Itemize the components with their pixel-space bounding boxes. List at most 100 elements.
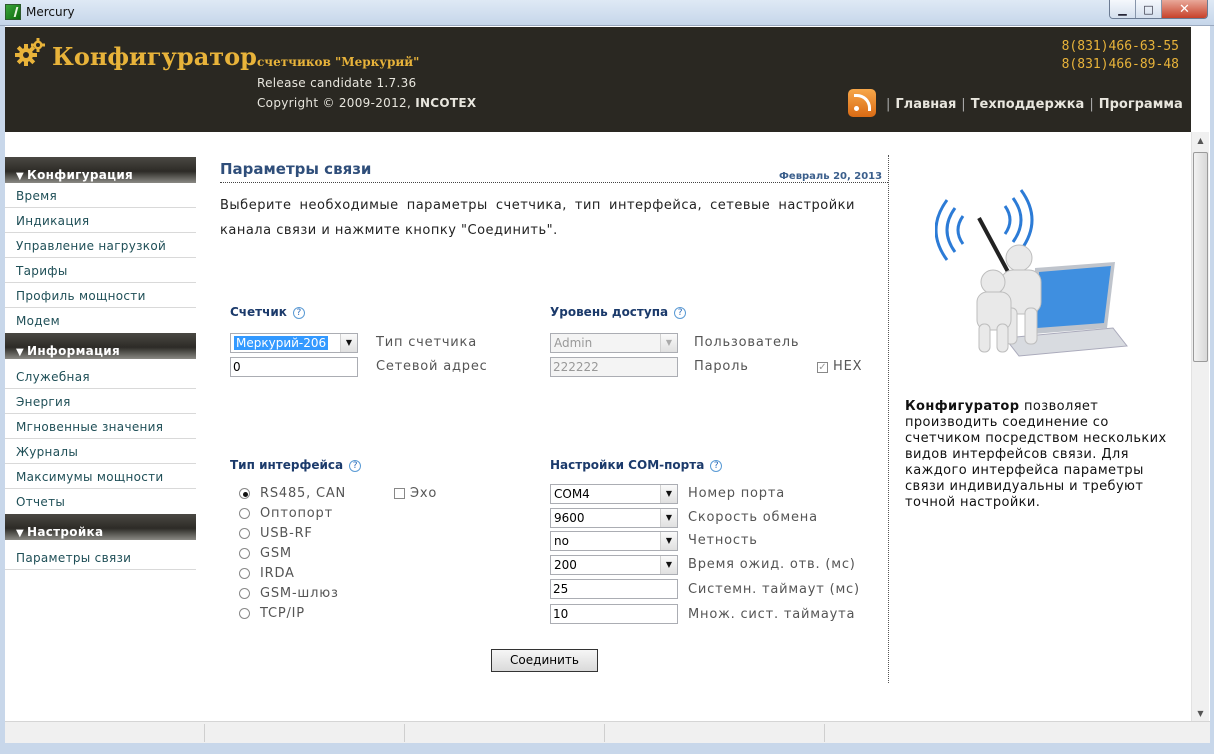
sidebar-item-reports[interactable]: Отчеты (5, 489, 196, 514)
system-timeout-input[interactable]: 25 (550, 579, 678, 599)
radio-gsm-gateway-label: GSM-шлюз (260, 586, 339, 601)
hex-label: HEX (833, 359, 863, 374)
sidebar-item-load-control[interactable]: Управление нагрузкой (5, 233, 196, 258)
com-port-label: Номер порта (688, 486, 785, 501)
phone-number-2: 8(831)466-89-48 (1061, 57, 1179, 72)
status-cell (205, 724, 405, 742)
aside-brand: Конфигуратор (905, 399, 1020, 414)
title-divider (220, 182, 888, 183)
nav-separator: | (1089, 97, 1094, 112)
nav-home-link[interactable]: Главная (895, 97, 956, 112)
scroll-up-icon[interactable]: ▲ (1192, 132, 1209, 149)
radio-usb-rf-label: USB-RF (260, 526, 313, 541)
aside-text: позволяет производить соединение со счет… (905, 399, 1167, 510)
window-titlebar: Mercury ▁ □ ✕ (0, 0, 1214, 26)
com-port-value: COM4 (554, 487, 590, 501)
timeout-multiplier-label: Множ. сист. таймаута (688, 607, 856, 622)
close-button[interactable]: ✕ (1162, 0, 1207, 18)
baud-rate-label: Скорость обмена (688, 510, 818, 525)
password-input[interactable]: 222222 (550, 357, 678, 377)
radio-gsm-label: GSM (260, 546, 292, 561)
brand-title: Конфигуратор (52, 42, 257, 71)
help-icon[interactable]: ? (674, 307, 687, 319)
network-address-label: Сетевой адрес (376, 359, 488, 374)
sidebar-section-settings[interactable]: ▼ Настройка (5, 514, 196, 540)
radio-optoport[interactable] (239, 508, 250, 519)
page-date: Февраль 20, 2013 (779, 171, 883, 182)
sidebar-item-indication[interactable]: Индикация (5, 208, 196, 233)
echo-checkbox[interactable] (394, 488, 405, 499)
com-port-select[interactable]: COM4 ▼ (550, 484, 678, 504)
dropdown-arrow-icon[interactable]: ▼ (340, 334, 357, 352)
sidebar-item-tariffs[interactable]: Тарифы (5, 258, 196, 283)
maximize-button[interactable]: □ (1136, 0, 1162, 18)
sidebar-item-energy[interactable]: Энергия (5, 389, 196, 414)
top-nav: | Главная | Техподдержка | Программа (881, 97, 1183, 112)
expand-triangle-icon: ▼ (16, 347, 24, 358)
user-select[interactable]: Admin ▼ (550, 333, 678, 353)
status-cell (5, 724, 205, 742)
sidebar-item-time[interactable]: Время (5, 183, 196, 208)
intro-text: Выберите необходимые параметры счетчика,… (220, 198, 855, 238)
sidebar-section-title: Конфигурация (27, 168, 134, 182)
status-cell (605, 724, 825, 742)
radio-irda[interactable] (239, 568, 250, 579)
scroll-down-icon[interactable]: ▼ (1192, 705, 1209, 722)
sidebar-section-configuration[interactable]: ▼ Конфигурация (5, 157, 196, 183)
minimize-button[interactable]: ▁ (1110, 0, 1136, 18)
radio-irda-label: IRDA (260, 566, 295, 581)
sidebar-item-power-profile[interactable]: Профиль мощности (5, 283, 196, 308)
help-icon[interactable]: ? (710, 460, 723, 472)
window-frame-right (1210, 26, 1214, 754)
radio-usb-rf[interactable] (239, 528, 250, 539)
nav-program-link[interactable]: Программа (1099, 97, 1183, 112)
meter-type-select[interactable]: Меркурий-206 ▼ (230, 333, 358, 353)
response-wait-label: Время ожид. отв. (мс) (688, 557, 856, 572)
window-title: Mercury (26, 5, 75, 19)
sidebar: ▼ Конфигурация Время Индикация Управление… (5, 157, 196, 570)
sidebar-item-instant-values[interactable]: Мгновенные значения (5, 414, 196, 439)
aside-description: Конфигуратор позволяет производить соеди… (905, 399, 1167, 511)
connect-button[interactable]: Соединить (491, 649, 598, 672)
dropdown-arrow-icon[interactable]: ▼ (660, 509, 677, 527)
meter-type-label: Тип счетчика (376, 335, 477, 350)
com-section-label: Настройки COM-порта (550, 458, 705, 472)
interface-section-label: Тип интерфейса (230, 458, 344, 472)
vertical-scrollbar[interactable]: ▲ ▼ (1191, 132, 1209, 722)
nav-support-link[interactable]: Техподдержка (971, 97, 1085, 112)
dropdown-arrow-icon[interactable]: ▼ (660, 334, 677, 352)
radio-gsm[interactable] (239, 548, 250, 559)
baud-rate-select[interactable]: 9600 ▼ (550, 508, 678, 528)
sidebar-item-service[interactable]: Служебная (5, 364, 196, 389)
copyright: Copyright © 2009-2012, INCOTEX (257, 96, 476, 110)
radio-rs485[interactable] (239, 488, 250, 499)
access-section-title: Уровень доступа? (550, 305, 687, 319)
window-controls: ▁ □ ✕ (1109, 0, 1208, 19)
radio-gsm-gateway[interactable] (239, 588, 250, 599)
user-label: Пользователь (694, 335, 800, 350)
system-timeout-label: Системн. таймаут (мс) (688, 582, 860, 597)
scroll-thumb[interactable] (1193, 152, 1208, 362)
phone-number-1: 8(831)466-63-55 (1061, 39, 1179, 54)
copyright-company: INCOTEX (415, 96, 477, 110)
status-cell (405, 724, 605, 742)
sidebar-item-modem[interactable]: Модем (5, 308, 196, 333)
dropdown-arrow-icon[interactable]: ▼ (660, 556, 677, 574)
sidebar-item-journals[interactable]: Журналы (5, 439, 196, 464)
sidebar-section-information[interactable]: ▼ Информация (5, 333, 196, 359)
parity-select[interactable]: no ▼ (550, 531, 678, 551)
response-wait-value: 200 (554, 558, 577, 572)
hex-checkbox[interactable]: ✓ (817, 362, 828, 373)
timeout-multiplier-input[interactable]: 10 (550, 604, 678, 624)
response-wait-select[interactable]: 200 ▼ (550, 555, 678, 575)
sidebar-item-connection-params[interactable]: Параметры связи (5, 545, 196, 570)
dropdown-arrow-icon[interactable]: ▼ (660, 485, 677, 503)
app-icon (5, 4, 21, 20)
network-address-input[interactable]: 0 (230, 357, 358, 377)
help-icon[interactable]: ? (292, 307, 305, 319)
radio-tcp-ip[interactable] (239, 608, 250, 619)
dropdown-arrow-icon[interactable]: ▼ (660, 532, 677, 550)
rss-icon[interactable] (848, 89, 876, 117)
sidebar-item-power-maximums[interactable]: Максимумы мощности (5, 464, 196, 489)
help-icon[interactable]: ? (349, 460, 362, 472)
